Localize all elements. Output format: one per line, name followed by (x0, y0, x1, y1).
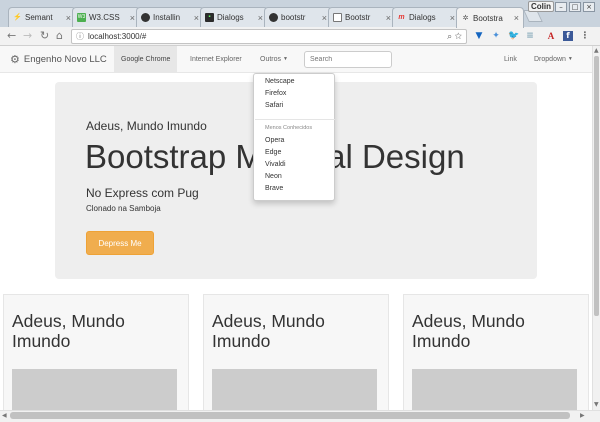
scroll-right-icon[interactable]: ▶ (580, 412, 585, 420)
home-icon[interactable]: ⌂ (56, 30, 63, 42)
dropdown-item-neon[interactable]: Neon (265, 173, 282, 180)
close-icon[interactable]: × (258, 13, 263, 23)
jumbotron-caption: Clonado na Samboja (86, 204, 161, 213)
bookmark-star-icon[interactable]: ⌕ ☆ (447, 31, 462, 42)
browser-titlebar: ⚡ Semant × W3 W3.CSS × Installin × ▪ Dia… (0, 0, 600, 28)
browser-tab[interactable]: W3 W3.CSS × (72, 7, 140, 27)
jumbotron-kicker: Adeus, Mundo Imundo (86, 119, 207, 133)
gear-icon: ✲ (462, 14, 469, 22)
address-bar[interactable]: ⓘ localhost:3000/# ⌕ ☆ (71, 29, 467, 44)
close-icon[interactable]: × (66, 13, 71, 23)
info-icon: ⓘ (76, 32, 84, 41)
navbar-brand[interactable]: ⚙ Engenho Novo LLC (10, 53, 107, 66)
font-extension-icon[interactable]: A (546, 31, 556, 41)
forward-icon[interactable]: → (23, 30, 32, 42)
tab-label: Bootstr (345, 13, 371, 22)
back-icon[interactable]: ← (7, 30, 16, 42)
nav-dropdown[interactable]: Dropdown ▼ (527, 46, 580, 72)
nav-outros-dropdown[interactable]: Outros ▼ (253, 46, 295, 72)
page-icon (333, 13, 342, 22)
horizontal-scroll-thumb[interactable] (10, 412, 570, 419)
caret-down-icon: ▼ (283, 56, 288, 62)
content-card: Adeus, Mundo Imundo 200x120 (3, 294, 189, 410)
nav-dropdown-label: Dropdown (534, 55, 566, 63)
browser-tab[interactable]: bootstr × (264, 7, 332, 27)
close-icon[interactable]: × (386, 13, 391, 23)
vertical-scroll-thumb[interactable] (594, 56, 599, 316)
content-card: Adeus, Mundo Imundo 200x120 (403, 294, 589, 410)
minimize-button[interactable]: – (555, 2, 567, 12)
outros-dropdown-menu: Netscape Firefox Safari Menos Conhecidos… (253, 73, 335, 201)
dropdown-item-netscape[interactable]: Netscape (265, 78, 295, 85)
tab-label: Installin (153, 13, 181, 22)
tab-label: Dialogs (409, 13, 436, 22)
scroll-left-icon[interactable]: ◀ (2, 412, 7, 420)
dropdown-item-safari[interactable]: Safari (265, 102, 283, 109)
tab-label: W3.CSS (89, 13, 120, 22)
close-icon[interactable]: × (514, 13, 519, 23)
scroll-down-icon[interactable]: ▼ (594, 401, 599, 409)
card-image-placeholder: 200x120 (212, 369, 377, 410)
dropdown-item-brave[interactable]: Brave (265, 185, 283, 192)
card-image-placeholder: 200x120 (412, 369, 577, 410)
jumbotron-subtitle: No Express com Pug (86, 186, 199, 200)
browser-tab[interactable]: Bootstr × (328, 7, 396, 27)
dropdown-item-opera[interactable]: Opera (265, 137, 284, 144)
card-image-placeholder: 200x120 (12, 369, 177, 410)
terminal-icon: ▪ (205, 13, 214, 22)
dropdown-item-vivaldi[interactable]: Vivaldi (265, 161, 286, 168)
browser-tab[interactable]: ▪ Dialogs × (200, 7, 268, 27)
tab-label: Semant (25, 13, 53, 22)
tab-label: Dialogs (217, 13, 244, 22)
card-title: Adeus, Mundo Imundo (12, 311, 125, 351)
browser-tab-active[interactable]: ✲ Bootstra × (456, 7, 524, 28)
dropdown-header: Menos Conhecidos (265, 125, 313, 131)
dropdown-item-edge[interactable]: Edge (265, 149, 281, 156)
dropdown-divider (255, 119, 335, 120)
github-icon (269, 13, 278, 22)
profile-badge[interactable]: Colin (528, 1, 554, 12)
navbar-search-input[interactable] (304, 51, 392, 68)
nav-internet-explorer[interactable]: Internet Explorer (183, 46, 249, 72)
close-window-button[interactable]: × (583, 2, 595, 12)
tab-label: Bootstra (473, 13, 503, 23)
scroll-up-icon[interactable]: ▲ (594, 47, 599, 55)
github-icon (141, 13, 150, 22)
caret-down-icon: ▼ (567, 56, 573, 62)
content-card: Adeus, Mundo Imundo 200x120 (203, 294, 389, 410)
nav-google-chrome[interactable]: Google Chrome (114, 46, 178, 72)
gears-icon: ⚙ (10, 54, 20, 66)
close-icon[interactable]: × (322, 13, 327, 23)
twitter-icon[interactable]: 🐦 (508, 31, 519, 41)
extension-icon[interactable]: ▼ (474, 31, 484, 41)
nav-link[interactable]: Link (497, 46, 524, 72)
m-logo-icon: m (398, 14, 405, 21)
close-icon[interactable]: × (130, 13, 135, 23)
browser-tab[interactable]: m Dialogs × (392, 7, 460, 27)
browser-tab[interactable]: Installin × (136, 7, 204, 27)
menu-icon[interactable]: ⋮ (580, 31, 590, 41)
extension-icon[interactable]: ≡ (525, 31, 535, 41)
browser-tab[interactable]: ⚡ Semant × (8, 7, 76, 27)
reload-icon[interactable]: ↻ (40, 30, 49, 42)
card-title: Adeus, Mundo Imundo (412, 311, 525, 351)
lightning-icon: ⚡ (13, 14, 22, 21)
facebook-icon[interactable]: f (563, 31, 573, 41)
extension-icon[interactable]: ✦ (491, 31, 501, 41)
site-navbar: ⚙ Engenho Novo LLC Google Chrome Interne… (0, 46, 592, 73)
browser-toolbar: ← → ↻ ⌂ ⓘ localhost:3000/# ⌕ ☆ ▼ ✦ 🐦 ≡ A… (0, 27, 600, 46)
maximize-button[interactable]: □ (569, 2, 581, 12)
nav-outros-label: Outros (260, 55, 282, 63)
dropdown-item-firefox[interactable]: Firefox (265, 90, 286, 97)
address-text: localhost:3000/# (88, 32, 147, 41)
brand-text: Engenho Novo LLC (23, 54, 107, 65)
card-title: Adeus, Mundo Imundo (212, 311, 325, 351)
tab-label: bootstr (281, 13, 306, 22)
w3-icon: W3 (77, 13, 86, 22)
depress-me-button[interactable]: Depress Me (86, 231, 154, 255)
close-icon[interactable]: × (450, 13, 455, 23)
close-icon[interactable]: × (194, 13, 199, 23)
